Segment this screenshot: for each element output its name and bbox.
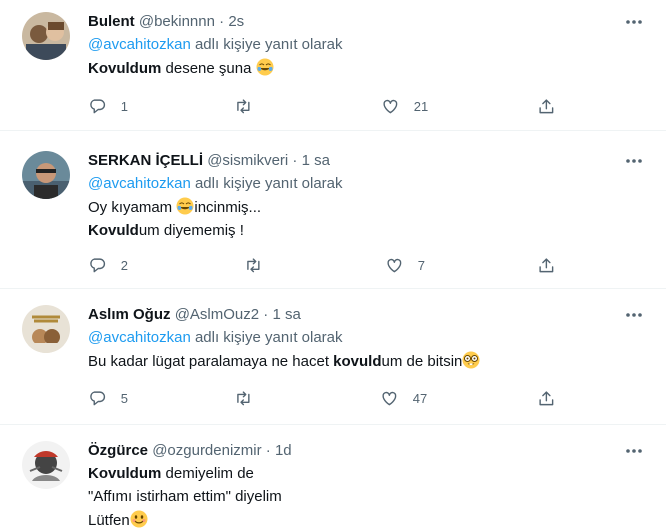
reply-icon (90, 391, 106, 405)
reply-context-text: adlı kişiye yanıt olarak (194, 175, 343, 192)
timestamp[interactable]: 1 sa (302, 152, 330, 169)
more-icon[interactable] (624, 153, 644, 169)
separator: · (292, 152, 298, 169)
like-button[interactable]: 21 (381, 96, 428, 116)
tweet-text: Bu kadar lügat paralamaya ne hacet kovul… (88, 351, 646, 372)
heart-icon (383, 99, 398, 113)
tweet[interactable]: Bulent @bekinnnn · 2s @avcahitozkan adlı… (0, 0, 666, 131)
display-name[interactable]: Özgürce (88, 442, 148, 459)
timestamp[interactable]: 1d (275, 442, 292, 459)
avatar[interactable] (22, 151, 70, 199)
tweet-text-segment: demiyelim de (161, 465, 254, 482)
joy-emoji (256, 58, 274, 76)
tweet-header: Özgürce @ozgurdenizmir · 1d (88, 441, 646, 461)
tweet-text: Lütfen (88, 510, 646, 531)
tweet-text: Oy kıyamam incinmiş... (88, 197, 646, 218)
reply-context: @avcahitozkan adlı kişiye yanıt olarak (88, 328, 646, 348)
highlighted-keyword: Kovuldum (88, 60, 162, 77)
tweet-text-segment: um de bitsin (381, 353, 463, 370)
heart-icon (382, 391, 397, 405)
tweet-text-segment: incinmiş... (194, 199, 262, 216)
reply-icon (90, 99, 106, 113)
mention-link[interactable]: @avcahitozkan (88, 175, 191, 192)
reply-icon (90, 258, 106, 272)
tweet-text: Kovuldum demiyelim de (88, 464, 646, 484)
reply-count: 1 (120, 98, 128, 114)
retweet-button[interactable] (234, 96, 253, 116)
tweet-text: Kovuldum diyememiş ! (88, 221, 646, 241)
display-name[interactable]: SERKAN İÇELLİ (88, 152, 203, 169)
reply-count: 5 (120, 390, 128, 406)
heart-icon (387, 258, 402, 272)
like-count: 7 (417, 257, 425, 273)
tweet-text: Kovuldum desene şuna (88, 58, 646, 79)
user-handle[interactable]: @bekinnnn (139, 13, 215, 30)
reply-context: @avcahitozkan adlı kişiye yanıt olarak (88, 174, 646, 194)
separator: · (265, 442, 271, 459)
share-icon (539, 99, 554, 113)
highlighted-keyword: kovuld (333, 353, 382, 370)
retweet-icon (237, 99, 250, 113)
like-count: 47 (412, 390, 428, 406)
smile-emoji (130, 510, 148, 528)
tweet-header: Bulent @bekinnnn · 2s (88, 12, 646, 32)
retweet-icon (247, 258, 260, 272)
mention-link[interactable]: @avcahitozkan (88, 329, 191, 346)
user-handle[interactable]: @AslmOuz2 (175, 306, 259, 323)
like-button[interactable]: 7 (385, 255, 425, 275)
tweet-text: "Affımı istirham ettim" diyelim (88, 487, 646, 507)
share-icon (539, 258, 554, 272)
like-count: 21 (413, 98, 429, 114)
retweet-icon (237, 391, 250, 405)
tweet-text-segment: Oy kıyamam (88, 199, 177, 216)
joy-emoji (176, 197, 194, 215)
share-button[interactable] (537, 255, 556, 275)
more-icon[interactable] (624, 307, 644, 323)
user-handle[interactable]: @sismikveri (207, 152, 288, 169)
share-button[interactable] (537, 388, 556, 408)
highlighted-keyword: Kovuld (88, 222, 139, 239)
tweet-text-segment: um diyememiş ! (138, 222, 244, 239)
retweet-button[interactable] (244, 255, 263, 275)
highlighted-keyword: Kovuldum (88, 465, 162, 482)
tweet-header: Aslım Oğuz @AslmOuz2 · 1 sa (88, 305, 646, 325)
mention-link[interactable]: @avcahitozkan (88, 36, 191, 53)
tweet[interactable]: Aslım Oğuz @AslmOuz2 · 1 sa @avcahitozka… (0, 293, 666, 425)
retweet-button[interactable] (234, 388, 253, 408)
timestamp[interactable]: 2s (228, 13, 244, 30)
display-name[interactable]: Bulent (88, 13, 135, 30)
separator: · (219, 13, 225, 30)
share-icon (539, 391, 554, 405)
display-name[interactable]: Aslım Oğuz (88, 306, 171, 323)
avatar[interactable] (22, 305, 70, 353)
tweet[interactable]: Özgürce @ozgurdenizmir · 1d Kovuldum dem… (0, 429, 666, 530)
user-handle[interactable]: @ozgurdenizmir (152, 442, 261, 459)
reply-context-text: adlı kişiye yanıt olarak (194, 329, 343, 346)
reply-button[interactable]: 1 (88, 96, 128, 116)
reply-button[interactable]: 5 (88, 388, 128, 408)
more-icon[interactable] (624, 443, 644, 459)
more-icon[interactable] (624, 14, 644, 30)
reply-button[interactable]: 2 (88, 255, 128, 275)
timestamp[interactable]: 1 sa (272, 306, 300, 323)
like-button[interactable]: 47 (380, 388, 427, 408)
tweet-text-segment: desene şuna (161, 60, 252, 77)
tweet-text-segment: Lütfen (88, 512, 130, 529)
reply-count: 2 (120, 257, 128, 273)
avatar[interactable] (22, 441, 70, 489)
tweet-header: SERKAN İÇELLİ @sismikveri · 1 sa (88, 151, 646, 171)
reply-context-text: adlı kişiye yanıt olarak (194, 36, 343, 53)
tweet-text-segment: "Affımı istirham ettim" diyelim (88, 488, 282, 505)
tweet-text-segment: Bu kadar lügat paralamaya ne hacet (88, 353, 334, 370)
reply-context: @avcahitozkan adlı kişiye yanıt olarak (88, 35, 646, 55)
share-button[interactable] (537, 96, 556, 116)
nerd-emoji (462, 351, 480, 369)
tweet[interactable]: SERKAN İÇELLİ @sismikveri · 1 sa @avcahi… (0, 139, 666, 289)
avatar[interactable] (22, 12, 70, 60)
separator: · (263, 306, 269, 323)
